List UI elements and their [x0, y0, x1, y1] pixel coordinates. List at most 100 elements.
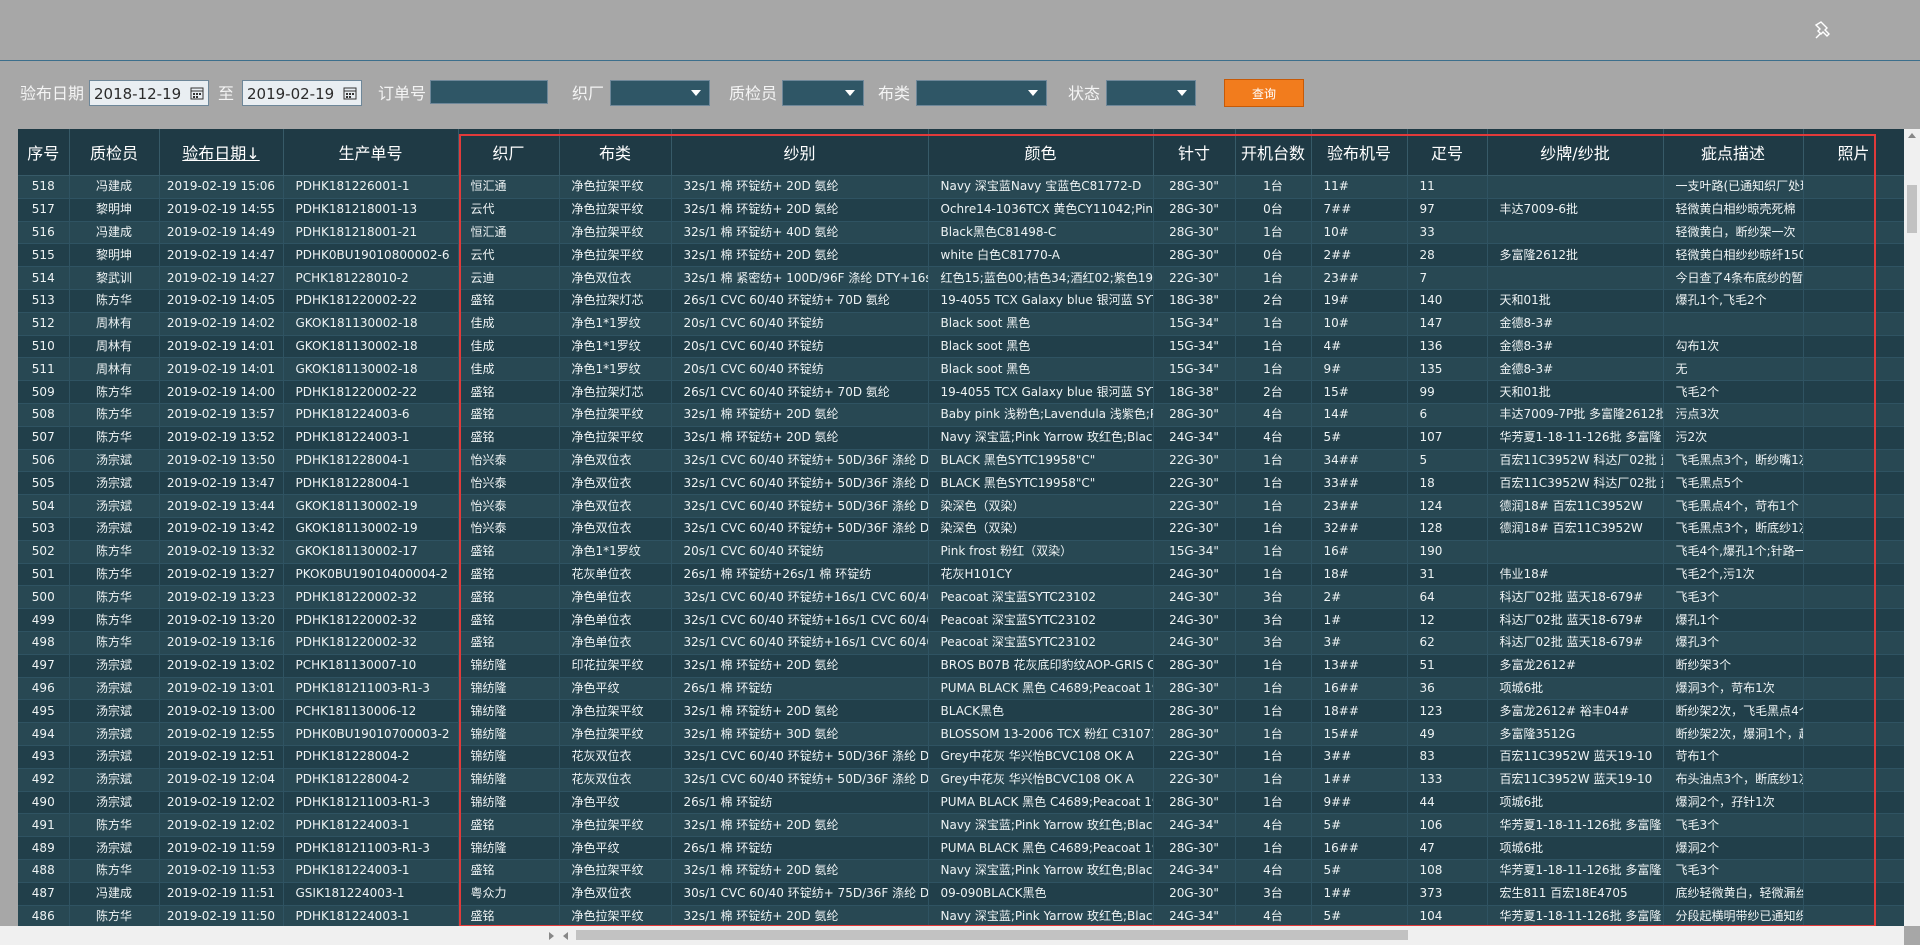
cell-mill: 盛铭	[458, 585, 560, 610]
table-row[interactable]: 511 周林有 2019-02-19 14:01 GKOK181130002-18 佳成…	[18, 357, 1904, 382]
table-row[interactable]: 489 汤宗斌 2019-02-19 11:59 PDHK181211003-R1-3…	[18, 836, 1904, 860]
cell-inspector: 陈方华	[69, 380, 160, 404]
cell-seq: 488	[18, 859, 70, 883]
cell-yarn-lot	[1487, 221, 1664, 245]
cell-machine-no: 32##	[1311, 517, 1408, 541]
cell-order: PDHK181220002-32	[283, 631, 459, 655]
table-row[interactable]: 500 陈方华 2019-02-19 13:23 PDHK181220002-32 盛铭…	[18, 585, 1904, 610]
fabric-select[interactable]	[916, 80, 1047, 106]
status-select[interactable]	[1106, 80, 1196, 106]
chevron-down-icon	[691, 90, 701, 96]
cell-fabric: 净色拉架灯芯	[559, 380, 672, 404]
table-row[interactable]: 495 汤宗斌 2019-02-19 13:00 PCHK181130006-12 锦纺…	[18, 699, 1904, 724]
table-row[interactable]: 497 汤宗斌 2019-02-19 13:02 PCHK181130007-10 锦纺…	[18, 654, 1904, 678]
table-row[interactable]: 513 陈方华 2019-02-19 14:05 PDHK181220002-22 盛铭…	[18, 289, 1904, 313]
table-row[interactable]: 514 黎武训 2019-02-19 14:27 PCHK181228010-2 云迪净…	[18, 266, 1904, 290]
col-header-roll-no[interactable]: 疋号	[1407, 129, 1488, 176]
cell-seq: 491	[18, 813, 70, 838]
date-to-input[interactable]: 2019-02-19	[242, 80, 362, 106]
inspector-select[interactable]	[782, 80, 864, 106]
query-button[interactable]: 查询	[1224, 79, 1304, 107]
table-row[interactable]: 492 汤宗斌 2019-02-19 12:04 PDHK181228004-2 锦纺隆…	[18, 768, 1904, 792]
vertical-scrollbar[interactable]	[1904, 129, 1920, 926]
col-header-seq[interactable]: 序号	[18, 129, 70, 176]
col-header-yarn[interactable]: 纱别	[671, 129, 929, 176]
pin-icon[interactable]	[1812, 18, 1836, 42]
table-row[interactable]: 491 陈方华 2019-02-19 12:02 PDHK181224003-1 盛铭净…	[18, 813, 1904, 838]
cell-gauge: 28G-30"	[1153, 699, 1236, 724]
horizontal-scroll-thumb[interactable]	[576, 930, 1408, 940]
table-row[interactable]: 488 陈方华 2019-02-19 11:53 PDHK181224003-1 盛铭净…	[18, 859, 1904, 883]
table-row[interactable]: 512 周林有 2019-02-19 14:02 GKOK181130002-18 佳成…	[18, 312, 1904, 336]
cell-seq: 513	[18, 289, 70, 313]
table-row[interactable]: 515 黎明坤 2019-02-19 14:47 PDHK0BU19010800002…	[18, 243, 1904, 268]
cell-yarn-lot: 德润18# 百宏11C3952W	[1487, 494, 1664, 518]
date-from-input[interactable]: 2018-12-19	[89, 80, 209, 106]
scroll-right-icon[interactable]	[549, 932, 554, 940]
cell-gauge: 22G-30"	[1153, 449, 1236, 473]
table-row[interactable]: 518 冯建成 2019-02-19 15:06 PDHK181226001-1 恒汇通…	[18, 175, 1904, 199]
table-row[interactable]: 502 陈方华 2019-02-19 13:32 GKOK181130002-17 盛铭…	[18, 540, 1904, 564]
cell-machine-no: 5#	[1311, 813, 1408, 838]
scroll-left-icon[interactable]	[563, 932, 568, 940]
table-row[interactable]: 505 汤宗斌 2019-02-19 13:47 PDHK181228004-1 怡兴泰…	[18, 471, 1904, 496]
col-header-machines[interactable]: 开机台数	[1235, 129, 1312, 176]
cell-machine-no: 10#	[1311, 312, 1408, 336]
cell-seq: 503	[18, 517, 70, 541]
chevron-down-icon	[845, 90, 855, 96]
horizontal-scrollbar[interactable]	[0, 926, 1904, 945]
cell-mill: 佳成	[458, 357, 560, 382]
col-header-gauge[interactable]: 针寸	[1153, 129, 1236, 176]
col-header-machine-no[interactable]: 验布机号	[1311, 129, 1408, 176]
col-header-color[interactable]: 颜色	[928, 129, 1154, 176]
order-input[interactable]	[430, 80, 548, 104]
cell-seq: 499	[18, 608, 70, 632]
table-row[interactable]: 494 汤宗斌 2019-02-19 12:55 PDHK0BU19010700003…	[18, 722, 1904, 746]
col-header-fabric[interactable]: 布类	[559, 129, 672, 176]
col-header-photo[interactable]: 照片	[1803, 129, 1904, 176]
table-row[interactable]: 507 陈方华 2019-02-19 13:52 PDHK181224003-1 盛铭净…	[18, 426, 1904, 450]
cell-color: Black soot 黑色	[928, 335, 1154, 359]
cell-machine-no: 16#	[1311, 540, 1408, 564]
table-row[interactable]: 503 汤宗斌 2019-02-19 13:42 GKOK181130002-19 怡兴…	[18, 517, 1904, 541]
col-header-yarn-lot[interactable]: 纱牌/纱批	[1487, 129, 1664, 176]
vertical-scroll-thumb[interactable]	[1907, 185, 1917, 233]
cell-roll-no: 106	[1407, 813, 1488, 838]
table-row[interactable]: 486 陈方华 2019-02-19 11:50 PDHK181224003-1 盛铭净…	[18, 905, 1904, 926]
cell-inspector: 汤宗斌	[69, 745, 160, 769]
cell-fabric: 净色平纹	[559, 836, 672, 860]
table-row[interactable]: 508 陈方华 2019-02-19 13:57 PDHK181224003-6 盛铭净…	[18, 403, 1904, 427]
calendar-icon[interactable]	[190, 86, 204, 100]
table-row[interactable]: 493 汤宗斌 2019-02-19 12:51 PDHK181228004-2 锦纺隆…	[18, 745, 1904, 769]
calendar-icon[interactable]	[343, 86, 357, 100]
table-row[interactable]: 504 汤宗斌 2019-02-19 13:44 GKOK181130002-19 怡兴…	[18, 494, 1904, 518]
col-header-mill[interactable]: 织厂	[458, 129, 560, 176]
cell-fabric: 净色拉架平纹	[559, 905, 672, 926]
scroll-up-icon[interactable]	[1908, 133, 1916, 138]
table-row[interactable]: 506 汤宗斌 2019-02-19 13:50 PDHK181228004-1 怡兴泰…	[18, 449, 1904, 473]
table-row[interactable]: 498 陈方华 2019-02-19 13:16 PDHK181220002-32 盛铭…	[18, 631, 1904, 655]
col-header-inspector[interactable]: 质检员	[69, 129, 160, 176]
cell-machines: 4台	[1235, 426, 1312, 450]
table-row[interactable]: 490 汤宗斌 2019-02-19 12:02 PDHK181211003-R1-3…	[18, 791, 1904, 815]
table-row[interactable]: 510 周林有 2019-02-19 14:01 GKOK181130002-18 佳成…	[18, 335, 1904, 359]
col-header-order[interactable]: 生产单号	[283, 129, 459, 176]
cell-photo	[1803, 175, 1904, 199]
cell-date: 2019-02-19 13:00	[159, 699, 284, 724]
cell-yarn-lot: 科达厂02批 蓝天18-679#	[1487, 608, 1664, 632]
table-row[interactable]: 501 陈方华 2019-02-19 13:27 PKOK0BU19010400004…	[18, 563, 1904, 587]
cell-machines: 1台	[1235, 312, 1312, 336]
mill-select[interactable]	[610, 80, 710, 106]
table-row[interactable]: 496 汤宗斌 2019-02-19 13:01 PDHK181211003-R1-3…	[18, 677, 1904, 701]
cell-machines: 1台	[1235, 768, 1312, 792]
cell-mill: 锦纺隆	[458, 654, 560, 678]
cell-inspector: 冯建成	[69, 221, 160, 245]
table-row[interactable]: 509 陈方华 2019-02-19 14:00 PDHK181220002-22 盛铭…	[18, 380, 1904, 404]
table-row[interactable]: 517 黎明坤 2019-02-19 14:55 PDHK181218001-13 云代…	[18, 198, 1904, 222]
table-row[interactable]: 499 陈方华 2019-02-19 13:20 PDHK181220002-32 盛铭…	[18, 608, 1904, 632]
col-header-date[interactable]: 验布日期↓	[159, 129, 284, 176]
col-header-defects[interactable]: 疵点描述	[1663, 129, 1804, 176]
table-row[interactable]: 487 冯建成 2019-02-19 11:51 GSIK181224003-1 粤众力…	[18, 882, 1904, 906]
table-row[interactable]: 516 冯建成 2019-02-19 14:49 PDHK181218001-21 恒汇…	[18, 221, 1904, 245]
cell-yarn: 32s/1 棉 环锭纺+ 20D 氨纶	[671, 403, 929, 427]
